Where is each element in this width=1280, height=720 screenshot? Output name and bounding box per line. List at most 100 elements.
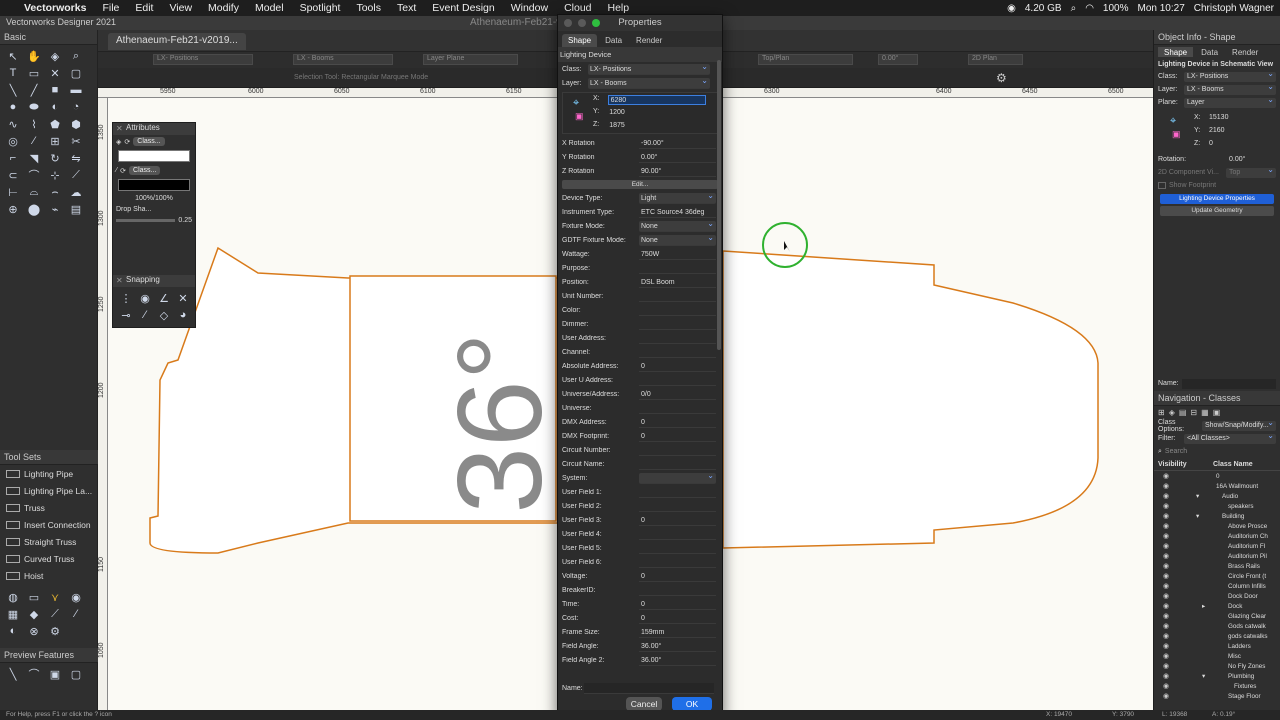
visibility-eye-icon[interactable]: ◉ [1154,512,1178,520]
minimize-window-button[interactable] [578,19,586,27]
property-field[interactable]: 0 [639,431,716,442]
preview-curve-icon[interactable]: ⌒ [24,666,44,682]
cable-icon[interactable]: ⟋ [45,606,65,622]
toolset-curved-truss[interactable]: Curved Truss [0,550,98,567]
oi-component-select[interactable]: Top [1226,165,1276,178]
flyover-tool-icon[interactable]: ◈ [45,48,65,64]
rotate-tool-icon[interactable]: ↻ [45,150,65,166]
pen-class-select[interactable]: Class... [129,166,161,175]
oi-y-field[interactable]: 2160 [1206,126,1276,136]
class-row[interactable]: ◉ Auditorium Fl [1154,541,1280,551]
toolset-lighting-pipe[interactable]: Lighting Pipe [0,465,98,482]
stamp-tool-icon[interactable]: ▤ [66,201,86,217]
label-legend-icon[interactable]: ⁄ [66,606,86,622]
class-row[interactable]: ◉ Fixtures [1154,681,1280,691]
pan-tool-icon[interactable]: ✋ [24,48,44,64]
layers-icon[interactable]: ◈ [1169,408,1175,417]
visibility-eye-icon[interactable]: ◉ [1154,492,1178,500]
visibility-eye-icon[interactable]: ◉ [1154,572,1178,580]
class-options-select[interactable]: Show/Snap/Modify... [1202,418,1276,431]
visibility-eye-icon[interactable]: ◉ [1154,542,1178,550]
snap-angle-icon[interactable]: ∠ [154,290,174,306]
rectangle-tool-icon[interactable]: ■ [45,82,65,98]
dimension-tool-icon[interactable]: ✕ [45,65,65,81]
property-field[interactable] [639,305,716,316]
menu-edit[interactable]: Edit [127,2,161,14]
property-field[interactable]: 159mm [639,627,716,638]
search-icon[interactable]: ⌕ [1071,3,1077,14]
visibility-eye-icon[interactable]: ◉ [1154,652,1178,660]
visibility-eye-icon[interactable]: ◉ [1154,472,1178,480]
class-row[interactable]: ◉ No Fly Zones [1154,661,1280,671]
oi-z-field[interactable]: 0 [1206,139,1276,149]
oi-tab-data[interactable]: Data [1195,47,1224,57]
visibility-eye-icon[interactable]: ◉ [1154,502,1178,510]
menu-modify[interactable]: Modify [200,2,247,14]
property-field[interactable] [639,557,716,568]
zoom-window-button[interactable] [592,19,600,27]
oval-tool-icon[interactable]: ⬬ [24,99,44,115]
eyedropper-tool-icon[interactable]: ⁄ [24,133,44,149]
property-select[interactable]: None [639,220,716,232]
disclosure-chevron-icon[interactable]: ▾ [1196,513,1199,520]
property-field[interactable]: 0 [639,515,716,526]
y-rotation-field[interactable]: 0.00° [639,152,716,163]
folders-icon[interactable]: ▣ [1213,408,1221,417]
cancel-button[interactable]: Cancel [626,697,662,711]
drop-shadow-row[interactable]: Drop Sha... [113,204,195,215]
oi-plane-select[interactable]: Layer [1184,95,1276,108]
edit-button[interactable]: Edit... [562,180,718,189]
menu-file[interactable]: File [94,2,127,14]
circle-tool-icon[interactable]: ● [3,99,23,115]
visibility-eye-icon[interactable]: ◉ [1154,622,1178,630]
pen-swatch[interactable] [118,179,190,191]
ok-button[interactable]: OK [672,697,712,711]
property-field[interactable]: 750W [639,249,716,260]
close-window-button[interactable] [564,19,572,27]
property-field[interactable]: DSL Boom [639,277,716,288]
chamfer-tool-icon[interactable]: ◥ [24,150,44,166]
class-row[interactable]: ◉ ▸ Dock [1154,601,1280,611]
property-field[interactable] [639,585,716,596]
property-field[interactable]: 36.00° [639,655,716,666]
reshape-tool-icon[interactable]: ⊹ [45,167,65,183]
fill-swatch[interactable] [118,150,190,162]
class-row[interactable]: ◉ speakers [1154,501,1280,511]
preview-stamp-icon[interactable]: ▣ [45,666,65,682]
cloud-tool-icon[interactable]: ☁ [66,184,86,200]
class-row[interactable]: ◉ Stage Floor [1154,691,1280,701]
property-field[interactable] [639,543,716,554]
visibility-eye-icon[interactable]: ◉ [1154,582,1178,590]
properties-scrollbar[interactable] [717,60,721,350]
menu-cloud[interactable]: Cloud [556,2,599,14]
speaker-icon[interactable]: ◐ [3,623,23,639]
toolset-straight-truss[interactable]: Straight Truss [0,533,98,550]
polygon-tool-icon[interactable]: ⬟ [45,116,65,132]
property-field[interactable] [639,333,716,344]
visibility-eye-icon[interactable]: ◉ [1154,642,1178,650]
opacity-row[interactable]: 100%/100% [113,193,195,204]
attribute-mapping-tool-icon[interactable]: ⊞ [45,133,65,149]
arc-tool-icon[interactable]: ◐ [45,99,65,115]
app-menu[interactable]: Vectorworks [16,2,94,14]
gear-tool-icon[interactable]: ⚙ [45,623,65,639]
property-field[interactable]: ETC Source4 36deg [639,207,716,218]
toolset-truss[interactable]: Truss [0,499,98,516]
visibility-eye-icon[interactable]: ◉ [1154,562,1178,570]
sheets-icon[interactable]: ▦ [1201,408,1209,417]
oi-tab-render[interactable]: Render [1226,47,1264,57]
preview-line-icon[interactable]: ╲ [3,666,23,682]
refs-icon[interactable]: ⊟ [1190,408,1197,417]
oi-class-select[interactable]: LX- Positions [1184,69,1276,82]
menu-help[interactable]: Help [600,2,638,14]
split-tool-icon[interactable]: ⟋ [66,167,86,183]
oi-name-field[interactable] [1182,378,1276,389]
zoom-tool-icon[interactable]: ⌕ [66,48,86,64]
class-row[interactable]: ◉ Brass Rails [1154,561,1280,571]
menu-spotlight[interactable]: Spotlight [292,2,349,14]
crosshair-tool-icon[interactable]: ⊕ [3,201,23,217]
class-row[interactable]: ◉ Glazing Clear [1154,611,1280,621]
y-field[interactable]: 1200 [607,108,705,118]
update-geometry-button[interactable]: Update Geometry [1160,206,1274,216]
class-row[interactable]: ◉ 16A Wallmount [1154,481,1280,491]
